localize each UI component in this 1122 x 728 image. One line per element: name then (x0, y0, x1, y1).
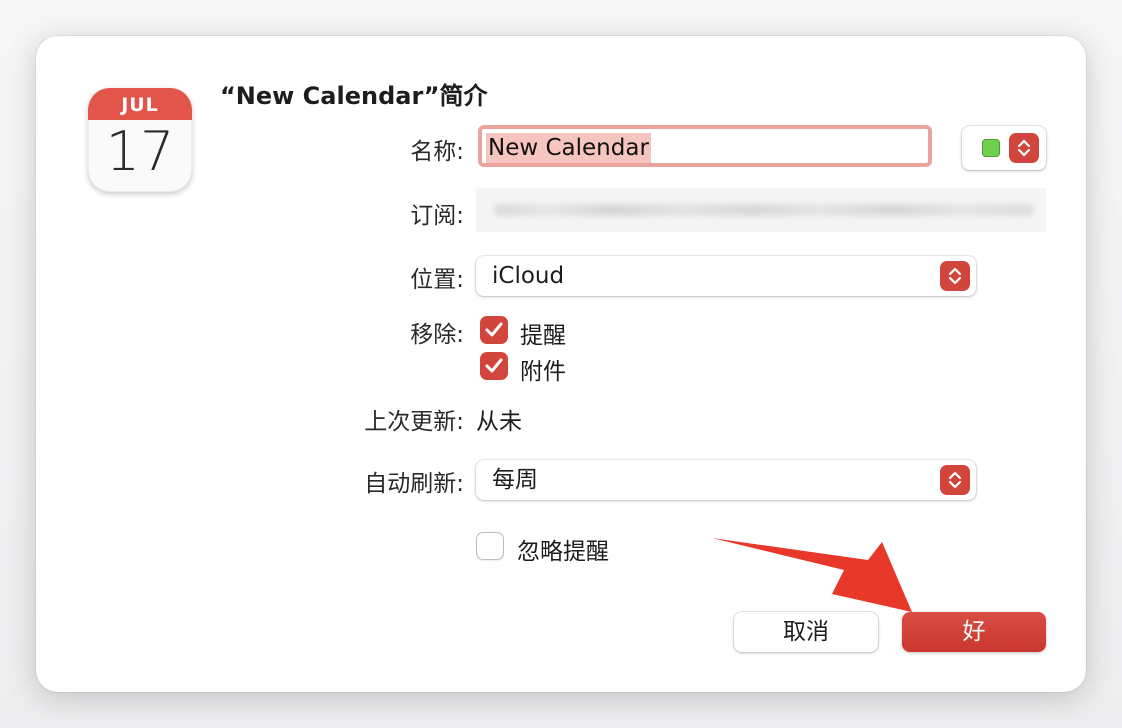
location-label: 位置: (410, 267, 464, 293)
location-stepper-icon (940, 261, 970, 291)
calendar-app-icon: JUL 17 (88, 88, 192, 192)
subscription-label: 订阅: (410, 203, 464, 229)
last-updated-value: 从未 (476, 409, 522, 435)
calendar-info-dialog: JUL 17 “New Calendar”简介 名称: New Calendar… (36, 36, 1086, 692)
calendar-icon-day: 17 (105, 120, 175, 183)
calendar-color-swatch (982, 139, 1000, 157)
auto-refresh-select[interactable]: 每周 (476, 460, 976, 500)
auto-refresh-label: 自动刷新: (364, 471, 464, 497)
color-stepper-icon (1009, 133, 1039, 163)
remove-label: 移除: (410, 322, 464, 348)
location-select[interactable]: iCloud (476, 256, 976, 296)
calendar-name-field[interactable]: New Calendar (478, 125, 932, 167)
subscription-url-blurred (494, 204, 1034, 216)
ignore-reminders-label: 忽略提醒 (517, 539, 609, 565)
remove-reminders-label: 提醒 (520, 323, 566, 349)
remove-reminders-checkbox[interactable] (480, 316, 508, 344)
calendar-name-value: New Calendar (486, 133, 651, 163)
calendar-icon-month: JUL (88, 88, 192, 120)
remove-attachments-checkbox[interactable] (480, 352, 508, 380)
ok-button[interactable]: 好 (902, 612, 1046, 652)
location-select-value: iCloud (492, 263, 565, 289)
auto-refresh-stepper-icon (940, 465, 970, 495)
calendar-color-picker[interactable] (962, 126, 1046, 170)
cancel-button[interactable]: 取消 (734, 612, 878, 652)
annotation-arrow-icon (712, 538, 912, 612)
last-updated-label: 上次更新: (364, 409, 464, 435)
dialog-title: “New Calendar”简介 (220, 82, 488, 110)
remove-attachments-label: 附件 (520, 359, 566, 385)
ignore-reminders-checkbox[interactable] (476, 532, 504, 560)
auto-refresh-select-value: 每周 (492, 467, 538, 493)
name-label: 名称: (410, 139, 464, 165)
subscription-url-field[interactable] (476, 188, 1046, 232)
